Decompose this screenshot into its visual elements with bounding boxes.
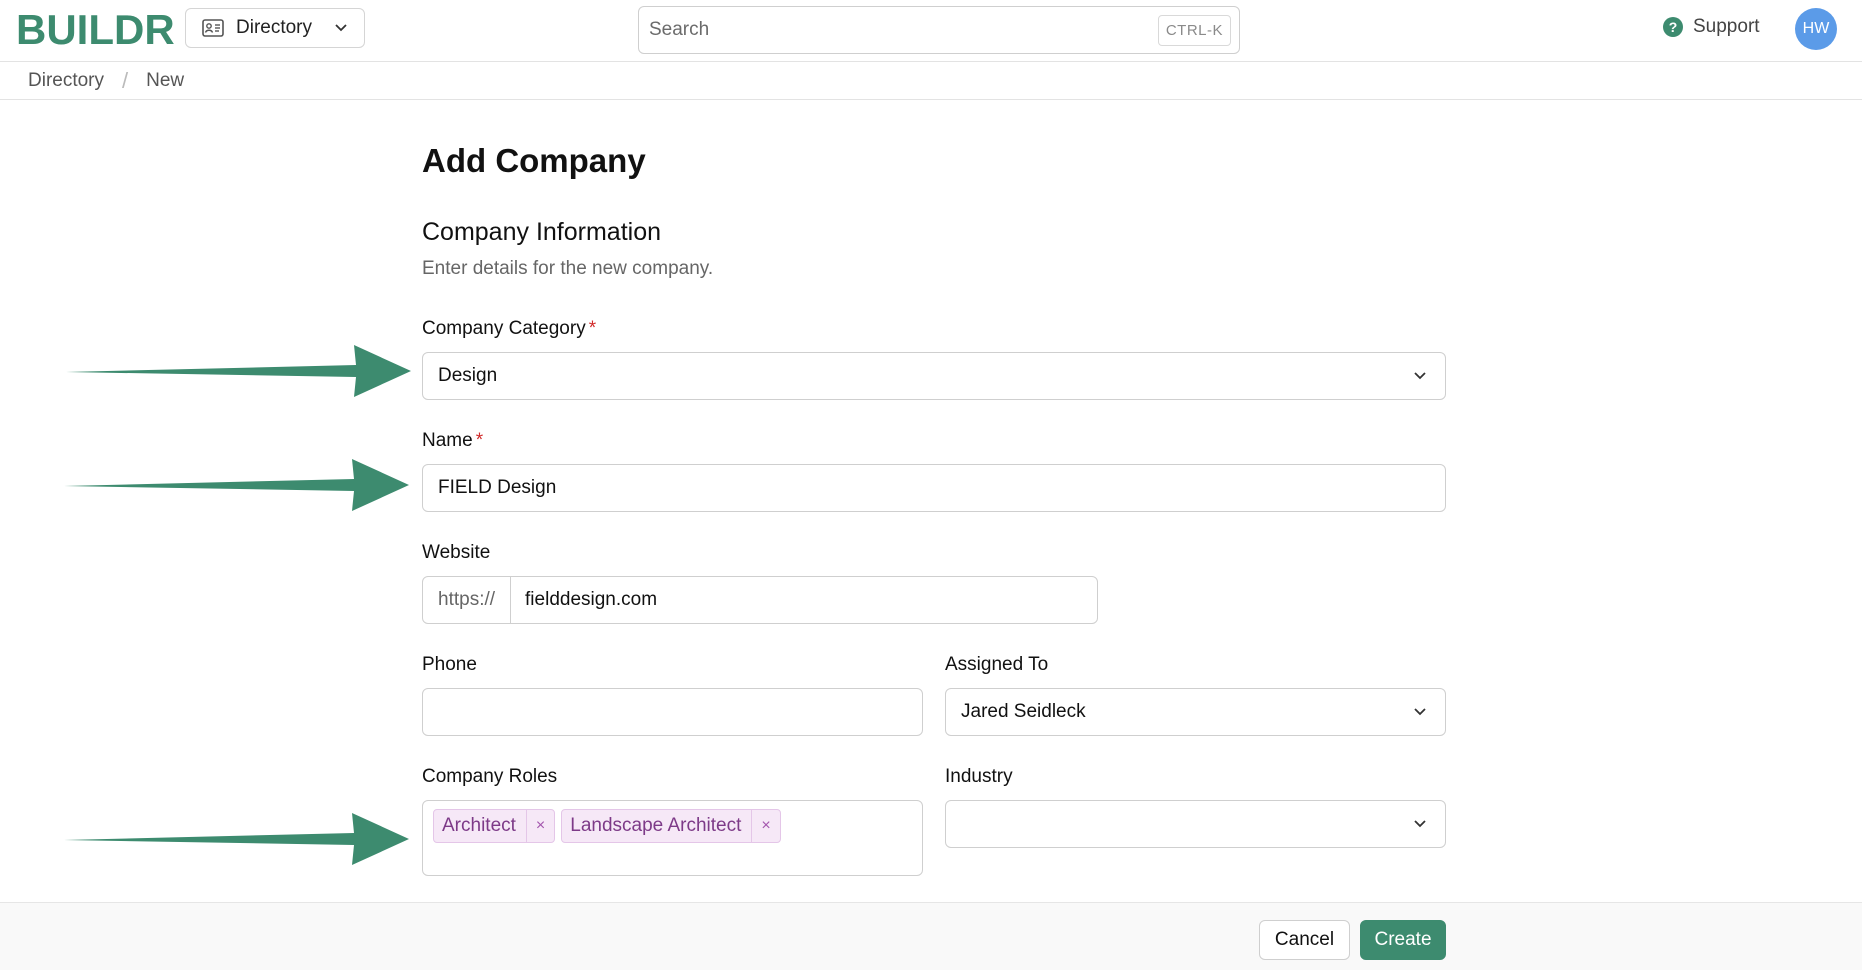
breadcrumb-item-directory[interactable]: Directory	[28, 70, 104, 92]
role-tag-label: Architect	[442, 815, 516, 836]
name-input[interactable]: FIELD Design	[422, 464, 1446, 512]
annotation-arrow-icon	[64, 459, 409, 511]
breadcrumb: Directory / New	[0, 62, 1862, 100]
role-tag-architect: Architect ×	[433, 809, 556, 843]
contact-card-icon	[202, 19, 224, 37]
search-placeholder: Search	[649, 19, 710, 40]
industry-label: Industry	[945, 766, 1013, 787]
section-subtitle: Enter details for the new company.	[422, 258, 714, 279]
chevron-down-icon	[1414, 372, 1426, 380]
search-shortcut-badge: CTRL-K	[1157, 14, 1231, 46]
module-switcher-button[interactable]: Directory	[185, 8, 365, 48]
global-search-input[interactable]: Search CTRL-K	[638, 6, 1240, 54]
remove-tag-icon[interactable]: ×	[751, 810, 779, 842]
assigned-to-value: Jared Seidleck	[961, 701, 1086, 722]
phone-input[interactable]	[422, 688, 923, 736]
website-value: fielddesign.com	[525, 589, 658, 610]
chevron-down-icon	[335, 24, 347, 32]
annotation-arrow-icon	[64, 813, 409, 865]
page-title: Add Company	[422, 142, 646, 179]
industry-select[interactable]	[945, 800, 1446, 848]
create-button[interactable]: Create	[1360, 920, 1446, 960]
support-label: Support	[1693, 16, 1760, 37]
company-roles-label: Company Roles	[422, 766, 558, 787]
required-marker: *	[588, 318, 597, 339]
company-category-select[interactable]: Design	[422, 352, 1446, 400]
chevron-down-icon	[1414, 708, 1426, 716]
company-roles-multiselect[interactable]: Architect × Landscape Architect ×	[422, 800, 923, 876]
required-marker: *	[475, 430, 484, 451]
website-prefix: https://	[438, 577, 512, 623]
assigned-to-select[interactable]: Jared Seidleck	[945, 688, 1446, 736]
name-value: FIELD Design	[438, 477, 557, 498]
role-tag-landscape-architect: Landscape Architect ×	[561, 809, 781, 843]
breadcrumb-separator: /	[122, 67, 129, 93]
support-link[interactable]: ? Support	[1663, 16, 1760, 38]
module-switcher-label: Directory	[236, 17, 313, 38]
cancel-button[interactable]: Cancel	[1259, 920, 1350, 960]
phone-label: Phone	[422, 654, 477, 675]
top-bar: BUILDR Directory Search CTRL-K ? Support…	[0, 0, 1862, 62]
form-footer: Cancel Create	[0, 902, 1862, 970]
website-input[interactable]: https:// fielddesign.com	[422, 576, 1098, 624]
help-circle-icon: ?	[1663, 17, 1683, 37]
role-tag-label: Landscape Architect	[570, 815, 742, 836]
annotation-arrow-icon	[66, 345, 411, 397]
section-title: Company Information	[422, 218, 662, 246]
website-label: Website	[422, 542, 491, 563]
assigned-to-label: Assigned To	[945, 654, 1049, 675]
name-label: Name *	[422, 430, 484, 451]
remove-tag-icon[interactable]: ×	[525, 810, 554, 842]
buildr-logo[interactable]: BUILDR	[16, 8, 175, 52]
company-category-label: Company Category *	[422, 318, 597, 339]
user-avatar[interactable]: HW	[1795, 8, 1837, 50]
breadcrumb-item-new: New	[146, 69, 185, 91]
chevron-down-icon	[1414, 820, 1426, 828]
company-category-value: Design	[438, 365, 498, 386]
